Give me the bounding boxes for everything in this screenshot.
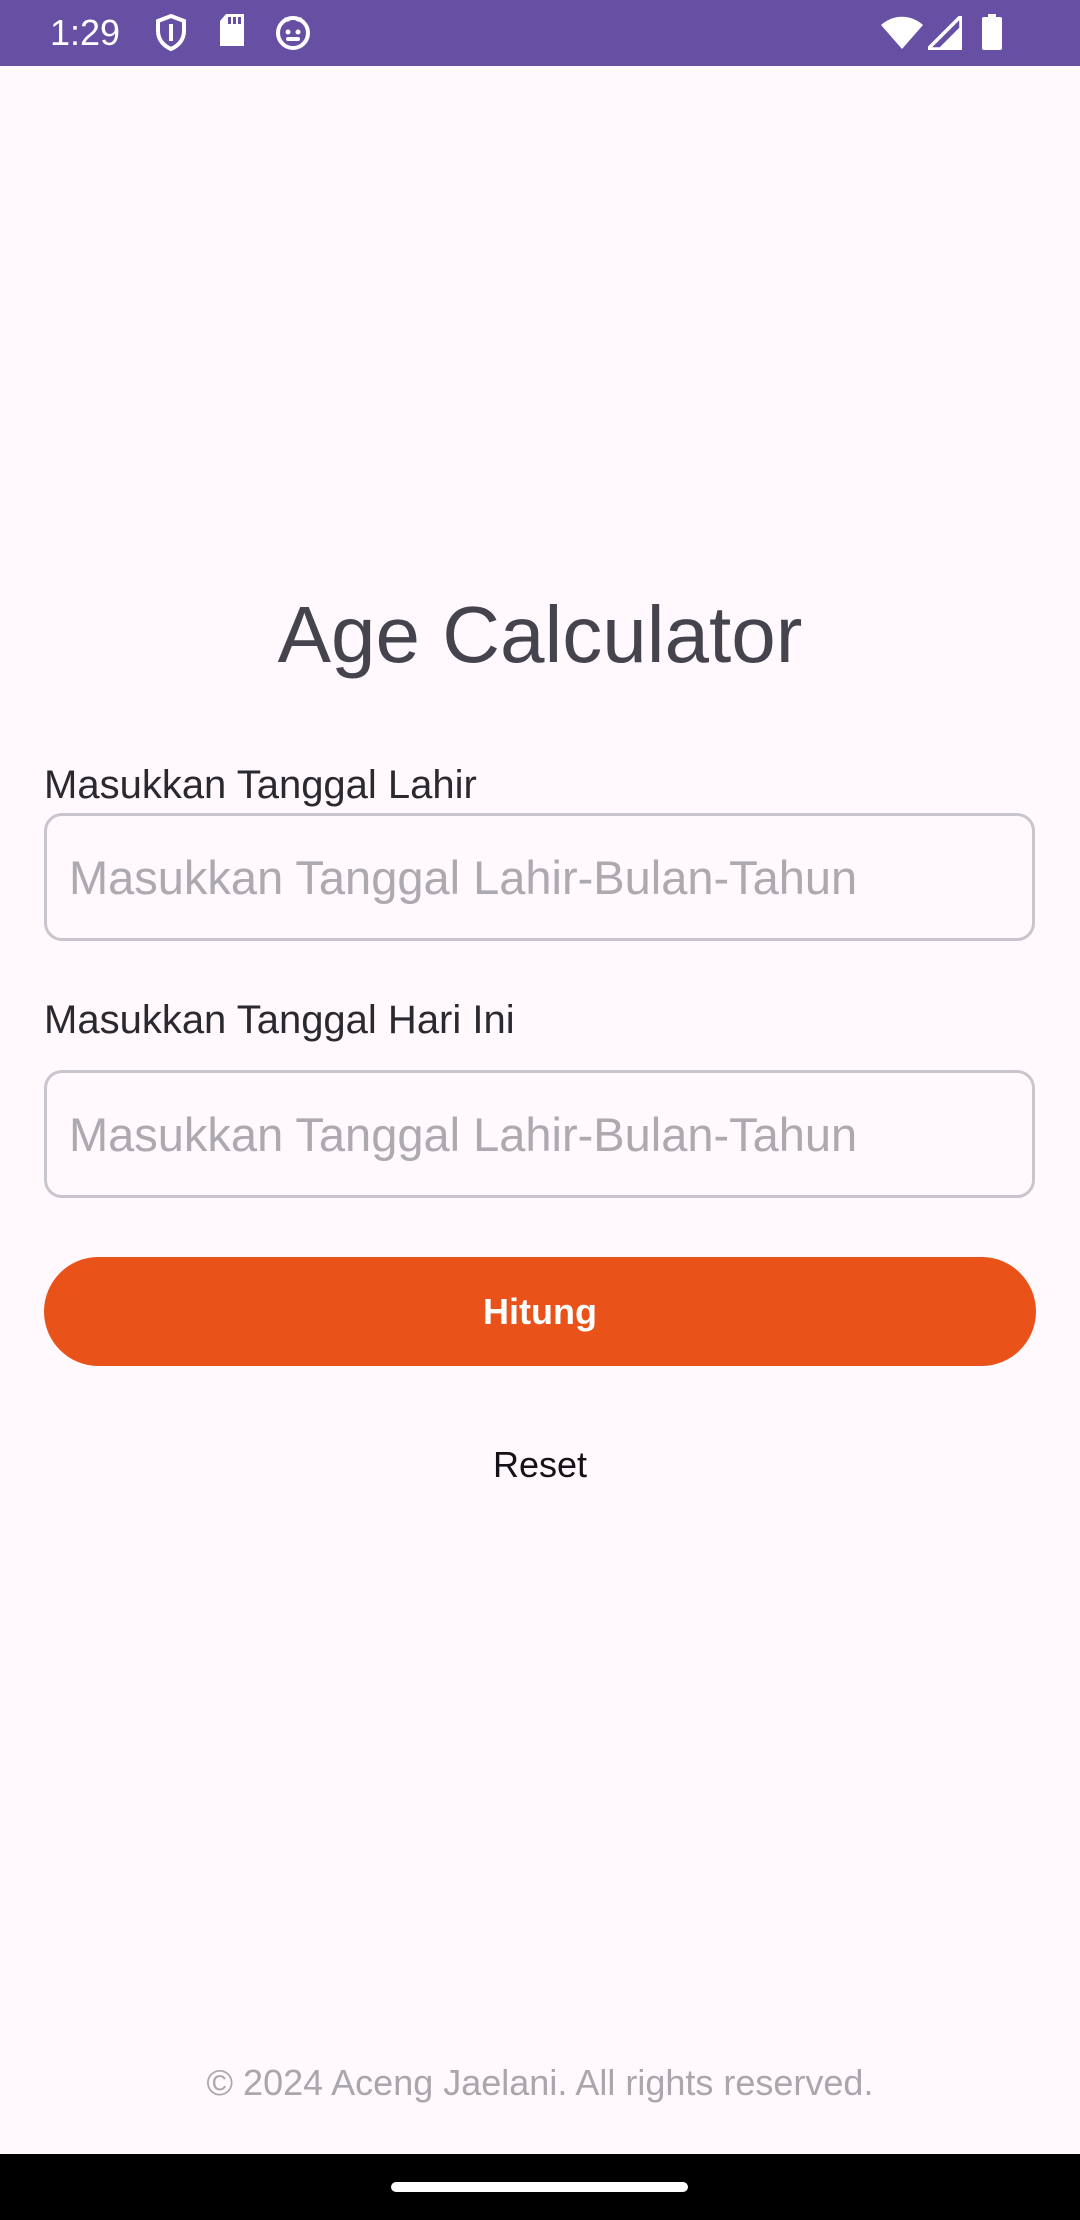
cat-face-icon: [276, 16, 310, 50]
shield-icon: [156, 14, 186, 52]
copyright-footer: © 2024 Aceng Jaelani. All rights reserve…: [206, 2062, 874, 2103]
status-bar: 1:29: [0, 0, 1080, 66]
calculate-button[interactable]: Hitung: [44, 1257, 1036, 1366]
cellular-signal-icon: [928, 16, 962, 50]
today-date-field[interactable]: [44, 1070, 1035, 1198]
sd-card-icon: [220, 14, 244, 46]
status-time: 1:29: [50, 12, 121, 53]
birth-date-field[interactable]: [44, 813, 1035, 941]
reset-button[interactable]: Reset: [440, 1430, 640, 1500]
battery-icon: [982, 14, 1002, 50]
today-date-label: Masukkan Tanggal Hari Ini: [44, 998, 515, 1042]
home-gesture-handle[interactable]: [391, 2182, 688, 2192]
today-date-input[interactable]: [69, 1073, 1010, 1195]
birth-date-input[interactable]: [69, 816, 1010, 938]
wifi-icon: [881, 16, 923, 49]
page-title: Age Calculator: [277, 590, 803, 679]
birth-date-label: Masukkan Tanggal Lahir: [44, 763, 477, 807]
